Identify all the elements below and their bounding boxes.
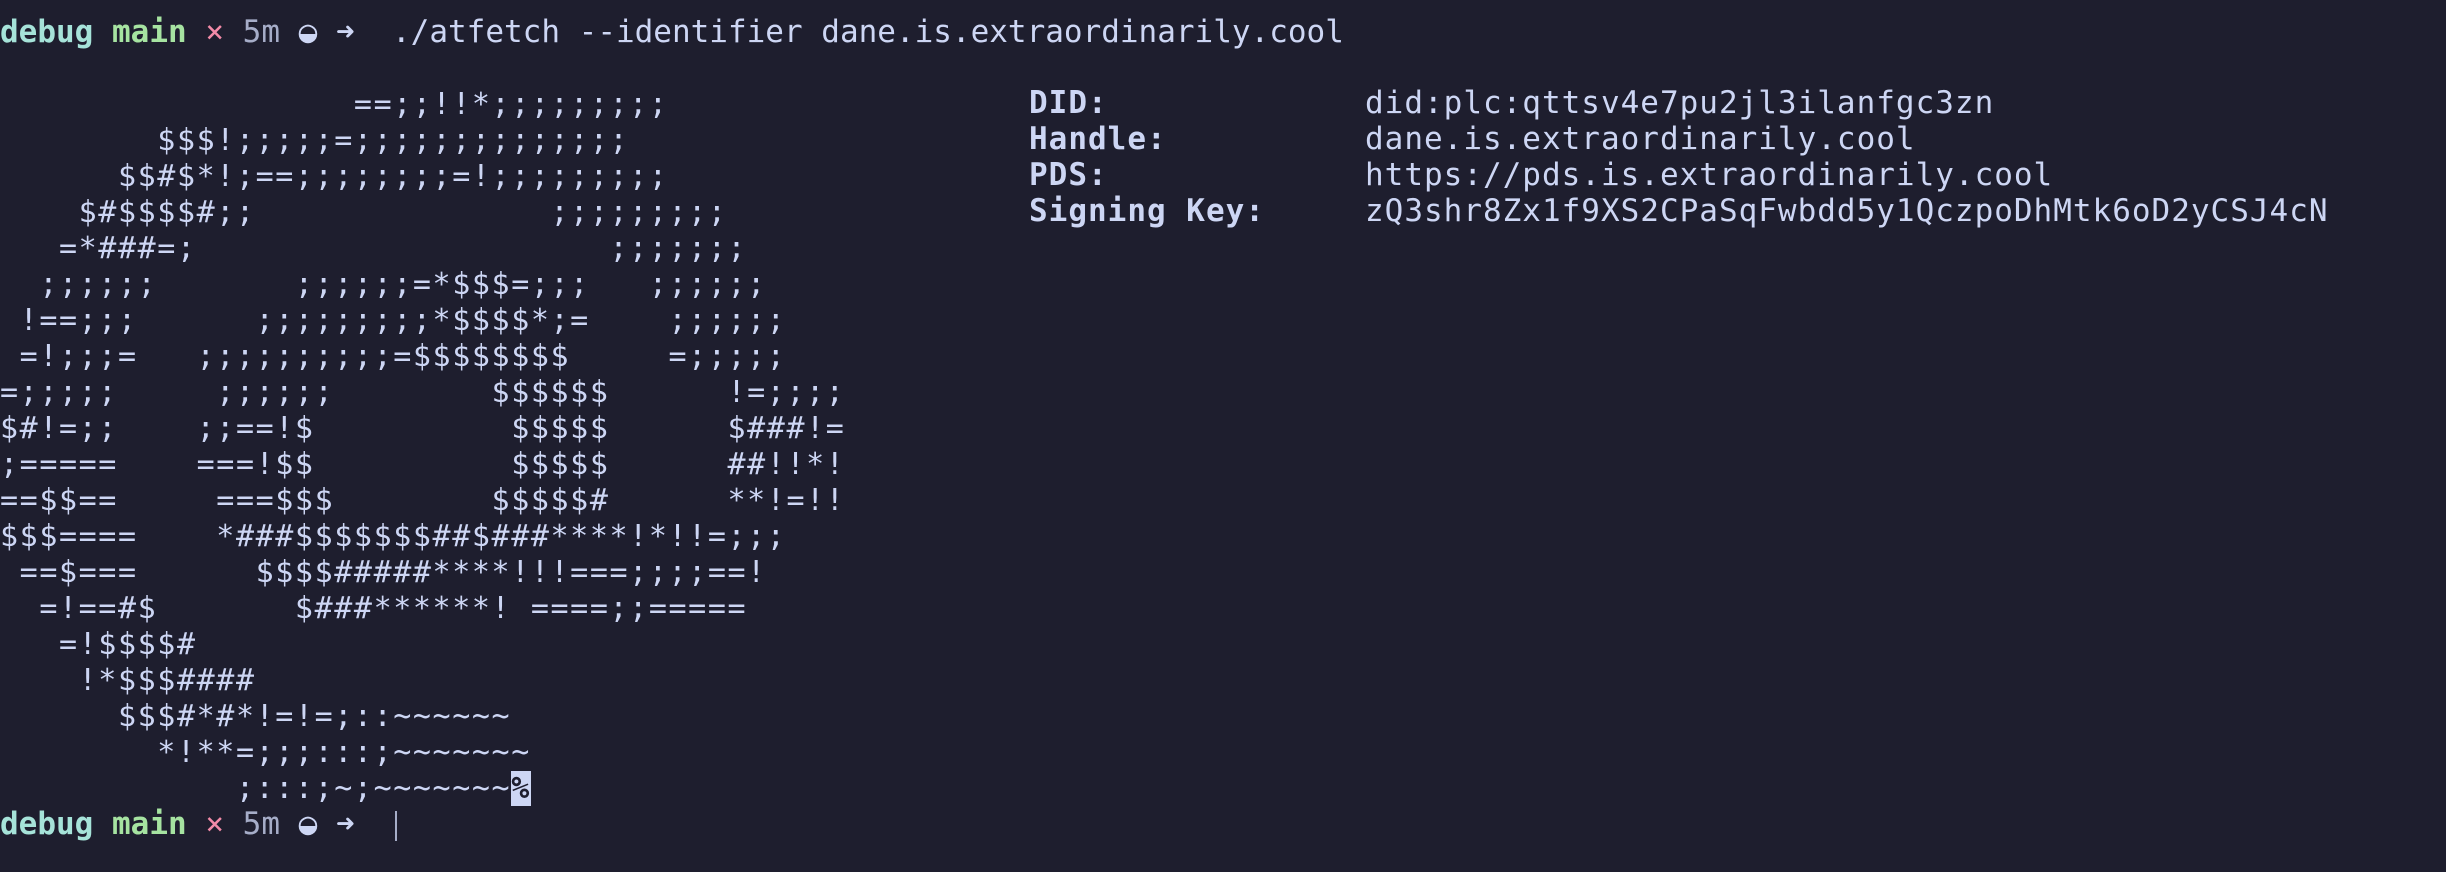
prompt-arrow-icon: ➜ — [336, 14, 355, 50]
prompt-status-icon: ◒ — [298, 14, 318, 50]
profile-key: DID: — [1029, 85, 1108, 121]
profile-key: Handle: — [1029, 121, 1167, 157]
ascii-art-lines: ==;;!!*;;;;;;;;; $$$!;;;;;=;;;;;;;;;;;;;… — [0, 87, 846, 806]
prompt-git-branch: main — [112, 14, 187, 50]
prompt-dirty-marker: × — [205, 14, 224, 50]
prompt-dirty-marker: × — [205, 806, 224, 842]
prompt-status-icon: ◒ — [298, 806, 318, 842]
command-prompt-line: debug main × 5m ◒ ➜ ./atfetch --identifi… — [0, 12, 1344, 52]
profile-value: zQ3shr8Zx1f9XS2CPaSqFwbdd5y1QczpoDhMtk6o… — [1365, 193, 2329, 229]
profile-info-panel: DID: did:plc:qttsv4e7pu2jl3ilanfgc3zn Ha… — [1029, 85, 2329, 229]
prompt-arrow-icon: ➜ — [336, 806, 355, 842]
profile-value: did:plc:qttsv4e7pu2jl3ilanfgc3zn — [1365, 85, 1995, 121]
profile-row-handle: Handle: dane.is.extraordinarily.cool — [1029, 121, 2329, 157]
shell-input-prompt[interactable]: debug main × 5m ◒ ➜ — [0, 804, 397, 844]
prompt-host: debug — [0, 14, 94, 50]
profile-row-signing-key: Signing Key: zQ3shr8Zx1f9XS2CPaSqFwbdd5y… — [1029, 193, 2329, 229]
text-cursor[interactable] — [394, 810, 397, 841]
terminal-window[interactable]: debug main × 5m ◒ ➜ ./atfetch --identifi… — [0, 0, 2446, 872]
profile-key: PDS: — [1029, 157, 1108, 193]
profile-row-did: DID: did:plc:qttsv4e7pu2jl3ilanfgc3zn — [1029, 85, 2329, 121]
prompt-elapsed-time: 5m — [242, 14, 280, 50]
prompt-git-branch: main — [112, 806, 187, 842]
profile-key: Signing Key: — [1029, 193, 1265, 229]
profile-value: dane.is.extraordinarily.cool — [1365, 121, 1916, 157]
profile-value: https://pds.is.extraordinarily.cool — [1365, 157, 2054, 193]
executed-command: ./atfetch --identifier dane.is.extraordi… — [392, 14, 1344, 50]
prompt-host: debug — [0, 806, 94, 842]
ascii-art-logo: ==;;!!*;;;;;;;;; $$$!;;;;;=;;;;;;;;;;;;;… — [0, 87, 845, 807]
prompt-elapsed-time: 5m — [242, 806, 280, 842]
profile-row-pds: PDS: https://pds.is.extraordinarily.cool — [1029, 157, 2329, 193]
no-newline-marker: % — [511, 771, 531, 806]
